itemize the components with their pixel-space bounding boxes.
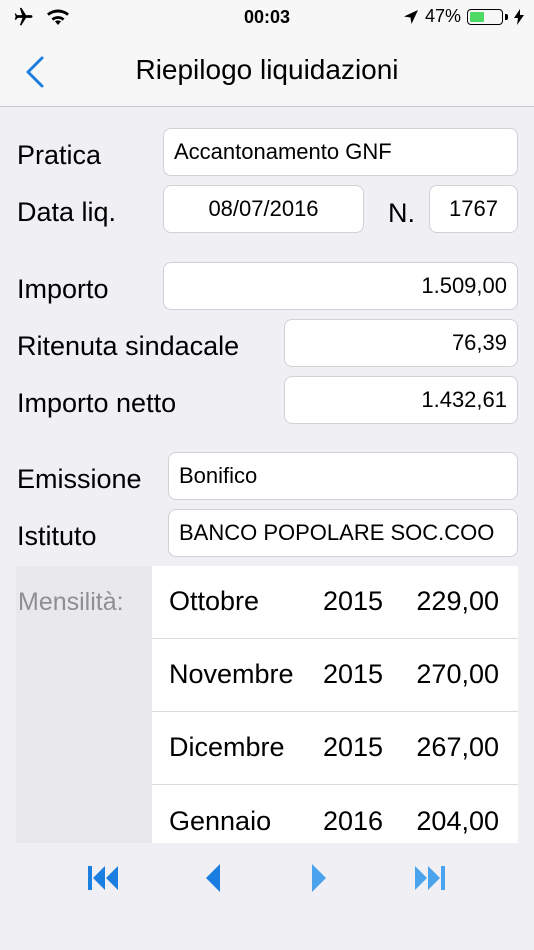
first-record-button[interactable] <box>84 861 124 895</box>
pratica-label: Pratica <box>17 140 102 170</box>
year-label: 2015 <box>323 586 384 616</box>
amount-label: 267,00 <box>416 732 499 762</box>
emissione-label: Emissione <box>17 464 142 494</box>
status-right: 47% <box>403 6 524 27</box>
month-label: Ottobre <box>169 586 260 616</box>
emissione-field[interactable]: Bonifico <box>168 452 518 500</box>
ritenuta-label: Ritenuta sindacale <box>17 331 240 361</box>
amount-label: 270,00 <box>416 659 499 689</box>
mensilita-list[interactable]: Ottobre 2015 229,00 Novembre 2015 270,00… <box>152 566 518 843</box>
pratica-field[interactable]: Accantonamento GNF <box>163 128 518 176</box>
mensilita-label: Mensilità: <box>18 588 124 616</box>
record-toolbar <box>0 843 534 913</box>
data-liq-label: Data liq. <box>17 197 117 227</box>
importo-netto-field[interactable]: 1.432,61 <box>284 376 518 424</box>
battery-level <box>470 11 484 22</box>
year-label: 2015 <box>323 659 384 689</box>
next-record-button[interactable] <box>302 861 342 895</box>
first-record-icon <box>88 866 118 890</box>
amount-label: 229,00 <box>416 586 499 616</box>
month-label: Gennaio <box>169 806 272 836</box>
charging-icon <box>514 8 524 25</box>
navigation-bar: Riepilogo liquidazioni <box>0 34 534 107</box>
importo-netto-label: Importo netto <box>17 388 177 418</box>
battery-icon <box>467 8 503 25</box>
list-item[interactable]: Dicembre 2015 267,00 <box>152 712 518 785</box>
amount-label: 204,00 <box>416 806 499 836</box>
next-record-icon <box>312 864 326 892</box>
importo-label: Importo <box>17 274 109 304</box>
list-item[interactable]: Gennaio 2016 204,00 <box>152 786 518 843</box>
previous-record-icon <box>206 864 220 892</box>
istituto-field[interactable]: BANCO POPOLARE SOC.COO <box>168 509 518 557</box>
numero-label: N. <box>388 198 415 228</box>
month-label: Novembre <box>169 659 294 689</box>
numero-field[interactable]: 1767 <box>429 185 518 233</box>
year-label: 2016 <box>323 806 384 836</box>
data-liq-field[interactable]: 08/07/2016 <box>163 185 364 233</box>
list-item[interactable]: Ottobre 2015 229,00 <box>152 566 518 639</box>
list-item[interactable]: Novembre 2015 270,00 <box>152 639 518 712</box>
month-label: Dicembre <box>169 732 285 762</box>
ritenuta-field[interactable]: 76,39 <box>284 319 518 367</box>
battery-percent: 47% <box>424 6 461 26</box>
status-bar: 00:03 47% <box>0 0 534 34</box>
battery-tip <box>505 13 508 20</box>
year-label: 2015 <box>323 732 384 762</box>
mensilita-section: Mensilità: Ottobre 2015 229,00 Novembre … <box>16 566 518 843</box>
location-icon <box>403 9 418 24</box>
last-record-icon <box>415 866 445 890</box>
previous-record-button[interactable] <box>196 861 236 895</box>
istituto-label: Istituto <box>17 521 97 551</box>
importo-field[interactable]: 1.509,00 <box>163 262 518 310</box>
last-record-button[interactable] <box>410 861 450 895</box>
page-title: Riepilogo liquidazioni <box>135 54 399 85</box>
